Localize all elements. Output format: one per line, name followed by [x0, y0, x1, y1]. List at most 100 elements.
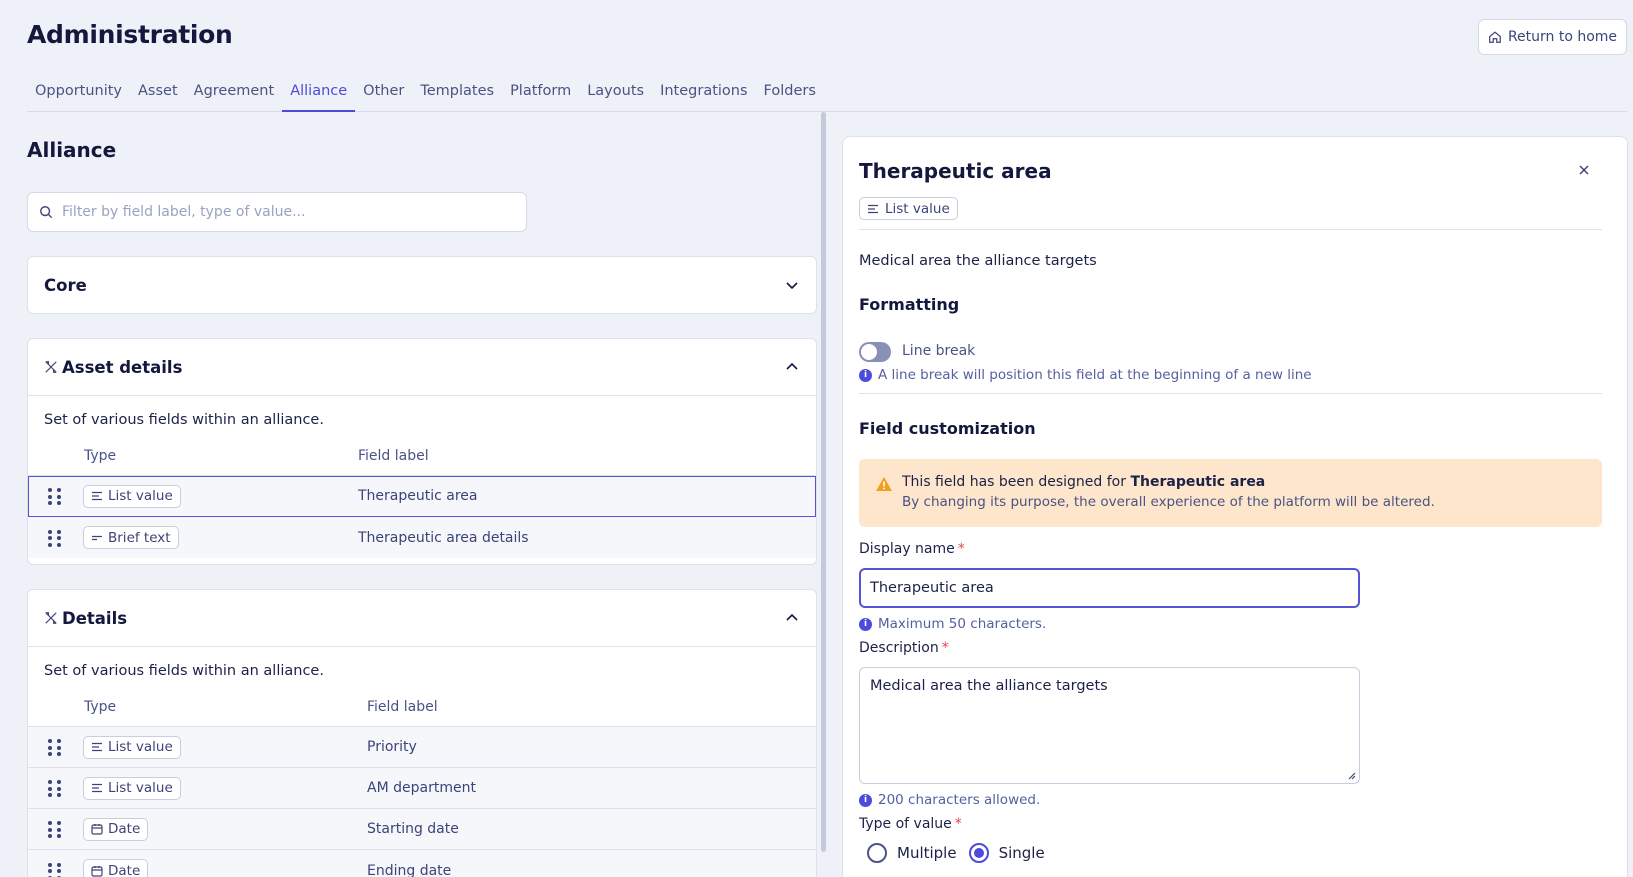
field-label-cell: Priority	[367, 739, 417, 755]
description-textarea[interactable]: Medical area the alliance targets	[859, 667, 1360, 784]
close-icon[interactable]	[1577, 163, 1591, 177]
chevron-up-icon[interactable]	[784, 610, 800, 626]
type-chip: Brief text	[83, 526, 179, 549]
field-label-cell: AM department	[367, 780, 476, 796]
asset-details-card: Asset details Set of various fields with…	[27, 338, 817, 565]
tab-templates[interactable]: Templates	[412, 80, 502, 111]
list-icon	[92, 742, 102, 752]
radio-multiple-label: Multiple	[897, 844, 957, 862]
table-row[interactable]: List value AM department	[28, 768, 816, 809]
type-chip: Date	[83, 859, 149, 877]
filter-search	[27, 192, 527, 232]
search-icon	[40, 206, 53, 219]
drag-handle-icon[interactable]	[48, 528, 62, 548]
table-row[interactable]: Date Ending date	[28, 850, 816, 877]
field-label-cell: Starting date	[367, 821, 459, 837]
core-card-header[interactable]: Core	[28, 257, 816, 313]
table-header: Type Field label	[28, 687, 816, 727]
details-description: Set of various fields within an alliance…	[44, 663, 324, 679]
required-mark: *	[941, 640, 949, 656]
tab-platform[interactable]: Platform	[502, 80, 579, 111]
radio-single[interactable]	[968, 843, 989, 863]
description-hint: i 200 characters allowed.	[859, 792, 1040, 808]
page-title: Administration	[27, 20, 233, 49]
field-label-cell: Therapeutic area	[358, 488, 478, 504]
calendar-icon	[91, 865, 103, 877]
warning-banner: This field has been designed for Therape…	[859, 459, 1602, 527]
list-icon	[868, 204, 878, 213]
line-break-hint-text: A line break will position this field at…	[878, 367, 1312, 383]
drag-handle-icon[interactable]	[48, 486, 62, 506]
drag-handle-icon[interactable]	[48, 861, 62, 877]
asset-details-header[interactable]: Asset details	[28, 339, 816, 395]
core-card: Core	[27, 256, 817, 314]
type-chip: List value	[83, 484, 181, 508]
radio-single-label: Single	[998, 844, 1045, 862]
type-chip-label: List value	[108, 488, 173, 504]
chevron-up-icon[interactable]	[784, 359, 800, 375]
field-label-cell: Ending date	[367, 862, 452, 877]
resize-grip-icon[interactable]	[1346, 770, 1356, 780]
drag-handle-icon[interactable]	[48, 819, 62, 839]
type-chip: List value	[83, 776, 181, 800]
col-field-label: Field label	[367, 698, 438, 715]
description-value: Medical area the alliance targets	[870, 678, 1108, 694]
asset-details-description: Set of various fields within an alliance…	[44, 412, 324, 428]
tab-layouts[interactable]: Layouts	[579, 80, 652, 111]
display-name-hint: i Maximum 50 characters.	[859, 616, 1046, 632]
description-label-text: Description	[859, 640, 939, 656]
details-header[interactable]: Details	[28, 590, 816, 646]
display-name-hint-text: Maximum 50 characters.	[878, 616, 1047, 632]
type-chip-label: List value	[885, 200, 950, 217]
type-chip: List value	[83, 735, 181, 759]
warning-subtext: By changing its purpose, the overall exp…	[902, 494, 1435, 510]
type-chip-label: List value	[108, 780, 173, 796]
core-title: Core	[44, 275, 87, 295]
display-name-label: Display name *	[859, 541, 965, 557]
type-chip: Date	[83, 817, 149, 841]
filter-input[interactable]	[62, 204, 502, 220]
info-icon: i	[859, 793, 872, 807]
description-hint-text: 200 characters allowed.	[878, 792, 1041, 808]
tab-agreement[interactable]: Agreement	[186, 80, 283, 111]
col-field-label: Field label	[358, 447, 429, 464]
type-chip-label: Brief text	[108, 529, 171, 546]
display-name-input[interactable]: Therapeutic area	[859, 568, 1360, 608]
tools-icon	[45, 612, 57, 624]
details-card: Details Set of various fields within an …	[27, 589, 817, 877]
line-break-hint: i A line break will position this field …	[859, 367, 1312, 383]
tab-asset[interactable]: Asset	[130, 80, 186, 111]
field-label-cell: Therapeutic area details	[358, 529, 529, 546]
warning-title: This field has been designed for Therape…	[902, 474, 1265, 490]
table-row[interactable]: Brief text Therapeutic area details	[28, 517, 816, 558]
tab-other[interactable]: Other	[355, 80, 412, 111]
type-chip: List value	[859, 197, 958, 220]
tab-alliance[interactable]: Alliance	[282, 80, 356, 112]
table-row[interactable]: Date Starting date	[28, 809, 816, 850]
line-break-label: Line break	[902, 343, 976, 359]
panel-title: Therapeutic area	[859, 159, 1052, 183]
left-scrollbar[interactable]	[821, 112, 826, 852]
drag-handle-icon[interactable]	[48, 737, 62, 757]
return-home-button[interactable]: Return to home	[1478, 19, 1627, 55]
warning-prefix: This field has been designed for	[902, 474, 1131, 490]
col-type: Type	[84, 698, 117, 715]
col-type: Type	[84, 447, 117, 464]
return-home-label: Return to home	[1507, 29, 1618, 45]
description-label: Description *	[859, 640, 949, 656]
table-row[interactable]: List value Therapeutic area	[28, 476, 816, 517]
display-name-label-text: Display name	[859, 541, 955, 557]
divider	[859, 393, 1602, 394]
field-detail-panel: Therapeutic area List value Medical area…	[842, 136, 1628, 877]
tab-opportunity[interactable]: Opportunity	[27, 80, 130, 111]
table-row[interactable]: List value Priority	[28, 727, 816, 768]
type-chip-label: List value	[108, 739, 173, 755]
radio-multiple[interactable]	[867, 843, 887, 863]
tab-folders[interactable]: Folders	[756, 80, 824, 111]
tab-integrations[interactable]: Integrations	[652, 80, 755, 111]
formatting-heading: Formatting	[859, 295, 960, 314]
home-icon	[1489, 31, 1501, 43]
line-break-toggle[interactable]	[859, 342, 891, 362]
chevron-down-icon[interactable]	[784, 277, 800, 293]
drag-handle-icon[interactable]	[48, 778, 62, 798]
